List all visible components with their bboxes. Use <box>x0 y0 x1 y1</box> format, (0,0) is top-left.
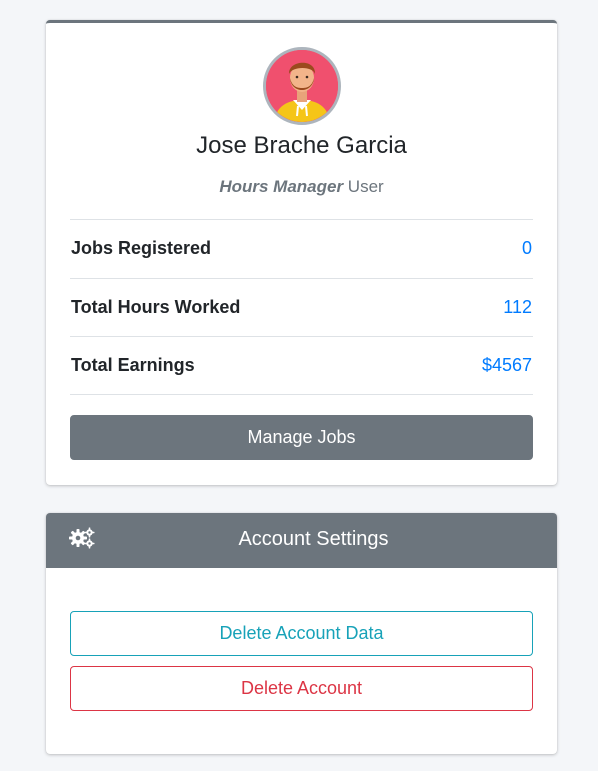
role-title: Hours Manager <box>219 177 344 196</box>
delete-account-button[interactable]: Delete Account <box>70 666 533 711</box>
stat-label: Total Earnings <box>71 354 195 375</box>
stat-label: Total Hours Worked <box>71 296 241 317</box>
stat-value[interactable]: $4567 <box>482 355 532 376</box>
account-settings-title: Account Settings <box>238 528 389 550</box>
role-suffix: User <box>343 177 384 196</box>
stat-row-total-hours-worked: Total Hours Worked 112 <box>70 277 533 337</box>
profile-card: Jose Brache Garcia Hours Manager User Jo… <box>46 20 557 485</box>
user-avatar-icon <box>266 50 338 122</box>
stat-value[interactable]: 112 <box>503 297 532 318</box>
account-settings-card: Account Settings Delete Account Data Del… <box>46 513 557 754</box>
avatar <box>263 47 341 125</box>
manage-jobs-button[interactable]: Manage Jobs <box>70 415 533 460</box>
profile-role: Hours Manager User <box>46 177 557 197</box>
stat-value[interactable]: 0 <box>522 238 532 259</box>
stats-list: Jobs Registered 0 Total Hours Worked 112… <box>70 219 533 395</box>
stat-label: Jobs Registered <box>71 238 212 259</box>
delete-account-data-button[interactable]: Delete Account Data <box>70 611 533 656</box>
account-settings-header: Account Settings <box>46 513 557 568</box>
stat-row-jobs-registered: Jobs Registered 0 <box>70 219 533 278</box>
stat-row-total-earnings: Total Earnings $4567 <box>70 336 533 395</box>
profile-name: Jose Brache Garcia <box>196 132 407 159</box>
